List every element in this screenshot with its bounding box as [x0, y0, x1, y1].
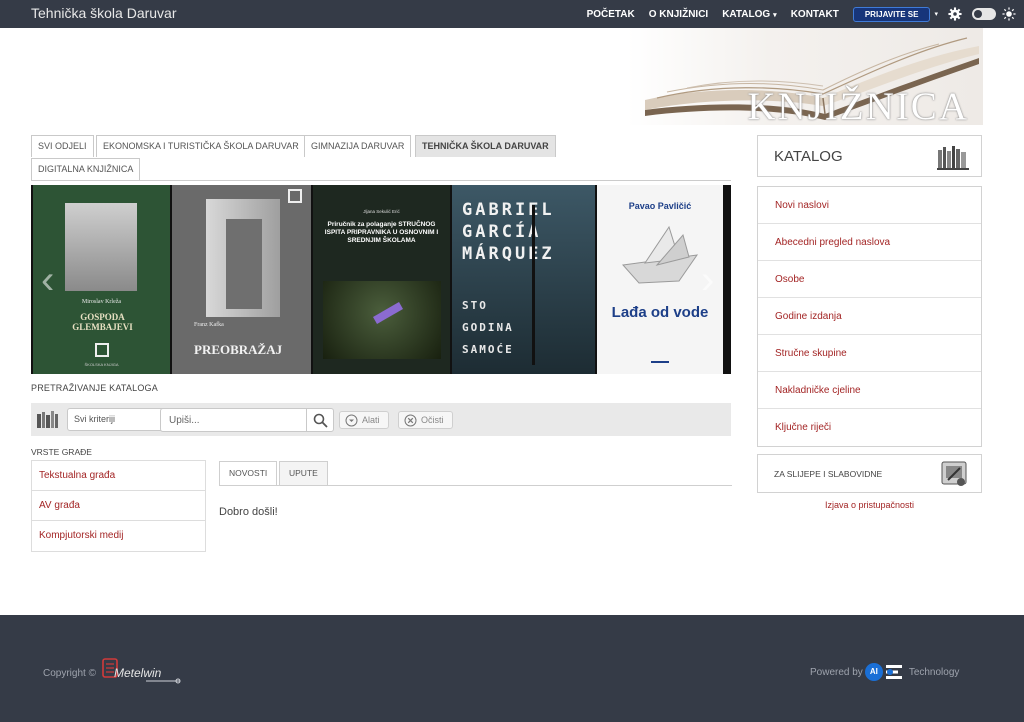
site-title[interactable]: Tehnička škola Daruvar	[31, 5, 177, 21]
search-toolbar: Svi kriteriji ▾ Alati Očisti	[31, 403, 731, 436]
author-portrait	[65, 203, 137, 291]
tab-novosti[interactable]: NOVOSTI	[219, 461, 278, 485]
book-title: STO GODINA SAMOĆE	[462, 299, 514, 356]
chevron-down-icon: ▾	[773, 11, 777, 19]
book-carousel[interactable]: Miroslav Krleža GOSPODA GLEMBAJEVI ŠKOLS…	[31, 185, 731, 374]
book-author: GABRIEL GARCÍA MÁRQUEZ	[462, 200, 555, 264]
nav-katalog-label: KATALOG	[722, 8, 771, 20]
publisher-logo	[651, 353, 669, 363]
paper-boat-illustration	[622, 225, 699, 284]
book-cover[interactable]: Jljana Sekulić Erić Priručnik za polagan…	[313, 185, 450, 374]
clear-button[interactable]: Očisti	[398, 411, 453, 429]
criteria-value: Svi kriteriji	[74, 414, 116, 424]
search-section-label: PRETRAŽIVANJE KATALOGA	[31, 383, 158, 393]
metelwin-logo-text: Metelwin	[114, 666, 162, 680]
tools-button[interactable]: Alati	[339, 411, 389, 429]
doorway-interior	[226, 219, 262, 309]
tools-label: Alati	[362, 415, 380, 425]
tab-svi-odjeli[interactable]: SVI ODJELI	[31, 135, 94, 157]
publisher-logo	[288, 189, 302, 203]
book-title: Lađa od vode	[611, 304, 709, 321]
welcome-text: Dobro došli!	[219, 506, 278, 518]
tabs-divider	[31, 180, 731, 181]
catalog-item-strucne[interactable]: Stručne skupine	[758, 335, 981, 372]
book-title: GOSPODA GLEMBAJEVI	[72, 312, 133, 332]
tab-tehnicka[interactable]: TEHNIČKA ŠKOLA DARUVAR	[415, 135, 556, 157]
publisher-logo	[95, 343, 109, 357]
blind-access-button[interactable]: ZA SLIJEPE I SLABOVIDNE	[757, 454, 982, 493]
book-author: Pavao Pavličić	[628, 201, 692, 211]
catalog-books-icon	[37, 411, 58, 428]
search-icon	[313, 413, 328, 428]
book-title: Priručnik za polaganje STRUČNOG ISPITA P…	[324, 221, 439, 244]
catalog-menu: Novi naslovi Abecedni pregled naslova Os…	[757, 186, 982, 447]
tab-gimnazija[interactable]: GIMNAZIJA DARUVAR	[304, 135, 412, 157]
bookshelf-icon	[937, 146, 969, 170]
book-author: Franz Kafka	[194, 322, 224, 328]
catalog-item-abecedni[interactable]: Abecedni pregled naslova	[758, 224, 981, 261]
material-types-list: Tekstualna građa AV građa Kompjutorski m…	[31, 460, 206, 552]
login-dropdown-icon[interactable]: ▾	[934, 10, 938, 18]
blind-access-label: ZA SLIJEPE I SLABOVIDNE	[774, 469, 883, 479]
footer: Copyright © Metelwin Powered by AI Techn…	[0, 615, 1024, 722]
news-tabs-divider	[219, 485, 732, 486]
banner-title: KNJIŽNICA	[747, 85, 969, 125]
nav-o-knjiznici[interactable]: O KNJIŽNICI	[649, 9, 708, 20]
ai-badge: AI	[864, 663, 883, 681]
metelwin-logo[interactable]: Metelwin	[102, 657, 182, 692]
catalog-item-godine[interactable]: Godine izdanja	[758, 298, 981, 335]
carousel-prev-button[interactable]: ‹	[41, 260, 54, 300]
book-publisher: ŠKOLSKA KNJIGA	[84, 362, 119, 367]
clear-icon	[404, 414, 417, 427]
library-banner: KNJIŽNICA	[627, 28, 983, 125]
toggle-knob	[974, 10, 982, 18]
accessibility-icon	[941, 461, 967, 486]
tab-ekonomska[interactable]: EKONOMSKA I TURISTIČKA ŠKOLA DARUVAR	[96, 135, 306, 157]
tab-digitalna[interactable]: DIGITALNA KNJIŽNICA	[31, 158, 141, 180]
catalog-header: KATALOG	[757, 135, 982, 177]
book-title: PREOBRAŽAJ	[194, 342, 283, 357]
nav-kontakt[interactable]: KONTAKT	[791, 9, 839, 20]
material-types-label: VRSTE GRAĐE	[31, 447, 92, 457]
material-type-item[interactable]: Tekstualna građa	[32, 461, 205, 491]
search-input[interactable]	[160, 408, 306, 432]
carousel-next-button[interactable]: ›	[701, 260, 714, 300]
technology-label: Technology	[908, 666, 960, 678]
chevron-circle-icon	[345, 414, 358, 427]
gear-icon[interactable]	[948, 7, 962, 21]
catalog-title: KATALOG	[774, 148, 843, 165]
catalog-item-nakladnicke[interactable]: Nakladničke cjeline	[758, 372, 981, 409]
nav-pocetak[interactable]: POČETAK	[587, 9, 635, 20]
sun-icon	[1002, 7, 1016, 21]
book-author: Jljana Sekulić Erić	[363, 209, 400, 214]
powered-by-label: Powered by	[810, 666, 863, 678]
material-type-item[interactable]: Kompjutorski medij	[32, 521, 205, 551]
catalog-item-novi-naslovi[interactable]: Novi naslovi	[758, 187, 981, 224]
book-cover[interactable]: Franz Kafka PREOBRAŽAJ	[172, 185, 311, 374]
catalog-item-osobe[interactable]: Osobe	[758, 261, 981, 298]
powered-by[interactable]: Powered by AI Technology	[810, 663, 959, 681]
top-navbar: Tehnička škola Daruvar POČETAK O KNJIŽNI…	[0, 0, 1024, 28]
tree-trunk	[532, 205, 535, 365]
catalog-item-kljucne[interactable]: Ključne riječi	[758, 409, 981, 446]
main-nav: POČETAK O KNJIŽNICI KATALOG ▾ KONTAKT PRI…	[587, 0, 1024, 28]
theme-toggle[interactable]	[972, 8, 996, 20]
book-cover[interactable]: GABRIEL GARCÍA MÁRQUEZ STO GODINA SAMOĆE	[452, 185, 595, 374]
ai-tech-logo	[885, 665, 902, 679]
copyright-text: Copyright ©	[43, 668, 96, 679]
material-type-item[interactable]: AV građa	[32, 491, 205, 521]
login-button[interactable]: PRIJAVITE SE	[852, 6, 931, 22]
nav-katalog[interactable]: KATALOG ▾	[722, 9, 776, 20]
clear-label: Očisti	[421, 415, 444, 425]
search-button[interactable]	[306, 408, 334, 432]
tab-upute[interactable]: UPUTE	[279, 461, 328, 485]
accessibility-statement-link[interactable]: Izjava o pristupačnosti	[757, 500, 982, 510]
